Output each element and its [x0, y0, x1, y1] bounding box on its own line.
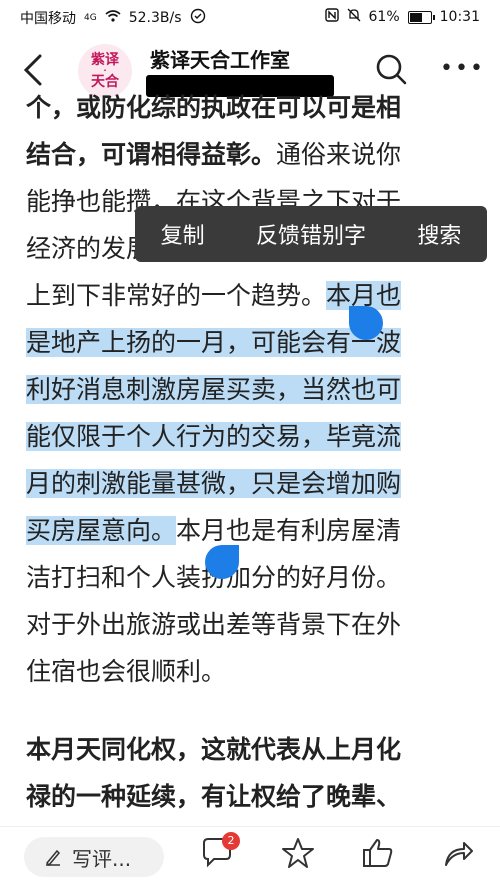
- paragraph-1: 个，或防化综的执政在可以可是相 结合，可谓相得益彰。通俗来说你 能挣也能攒，在这…: [26, 94, 488, 695]
- text-line: 对于外出旅游或出差等背景下在外: [26, 610, 402, 639]
- star-icon: [282, 838, 314, 868]
- search-icon: [376, 54, 407, 85]
- selected-text: 买房屋意向。: [26, 516, 177, 545]
- pen-icon: [45, 849, 61, 866]
- text-selection-menu: 复制 反馈错别字 搜索: [135, 206, 487, 262]
- comment-count-badge: 2: [222, 832, 240, 850]
- battery-icon: [407, 10, 435, 24]
- check-icon: [190, 8, 206, 28]
- selected-text: 是地产上扬的一月，可能会有一波: [26, 328, 402, 357]
- selection-start-handle[interactable]: [349, 306, 383, 340]
- selected-text: 月的刺激能量甚微，只是会增加购: [26, 469, 402, 498]
- share-icon: [445, 842, 473, 866]
- thumbs-up-icon: [363, 839, 393, 867]
- mute-icon: [347, 8, 361, 26]
- write-comment-button[interactable]: 写评...: [24, 837, 164, 877]
- selection-end-handle[interactable]: [205, 545, 239, 579]
- favorite-button[interactable]: [280, 835, 316, 871]
- text-line: 结合，可谓相得益彰。: [26, 140, 277, 169]
- bottom-action-bar: 写评... 2: [0, 826, 500, 889]
- more-icon: •••: [440, 56, 485, 81]
- search-menu-item[interactable]: 搜索: [411, 218, 467, 250]
- text-line: 上到下非常好的一个趋势。: [26, 281, 327, 310]
- logo-text-top: 紫译: [91, 52, 119, 68]
- chevron-left-icon: [23, 54, 42, 86]
- battery-percent: 61%: [368, 9, 400, 25]
- carrier-label: 中国移动: [20, 11, 76, 27]
- network-speed: 52.3B/s: [128, 10, 182, 26]
- like-button[interactable]: [360, 835, 396, 871]
- text-line: 禄的一种延续，有让权给了晚辈、: [26, 782, 402, 811]
- selected-text: 利好消息刺激房屋买卖，当然也可: [26, 375, 402, 404]
- text-line: 本月天同化权，这就代表从上月化: [26, 735, 402, 764]
- account-title[interactable]: 紫译天合工作室: [150, 44, 290, 73]
- report-typo-menu-item[interactable]: 反馈错别字: [250, 218, 372, 250]
- text-line: 住宿也会很顺利。: [26, 657, 227, 686]
- status-bar: 中国移动 4G 52.3B/s 61% 10:31: [0, 0, 500, 34]
- paragraph-2: 本月天同化权，这就代表从上月化 禄的一种延续，有让权给了晚辈、: [26, 726, 488, 820]
- logo-text-bottom: 天合: [91, 74, 119, 90]
- clock: 10:31: [439, 9, 480, 25]
- comment-placeholder: 写评...: [72, 846, 132, 871]
- network-type: 4G: [84, 13, 97, 23]
- more-options-button[interactable]: •••: [440, 56, 485, 81]
- share-button[interactable]: [440, 835, 476, 871]
- text-line: 本月也是有利房屋清: [176, 516, 402, 545]
- search-button[interactable]: [374, 52, 408, 86]
- account-logo[interactable]: 紫译 · 天合: [78, 44, 132, 98]
- text-line: 通俗来说你: [276, 140, 402, 169]
- wifi-icon: [105, 10, 121, 26]
- selected-text: 能仅限于个人行为的交易，毕竟流: [26, 422, 402, 451]
- back-button[interactable]: [14, 50, 54, 90]
- copy-menu-item[interactable]: 复制: [155, 218, 211, 250]
- nfc-icon: [324, 8, 339, 26]
- article-body: 个，或防化综的执政在可以可是相 结合，可谓相得益彰。通俗来说你 能挣也能攒，在这…: [26, 94, 488, 824]
- text-line: 个，或防化综的执政在可以可是相: [26, 94, 402, 122]
